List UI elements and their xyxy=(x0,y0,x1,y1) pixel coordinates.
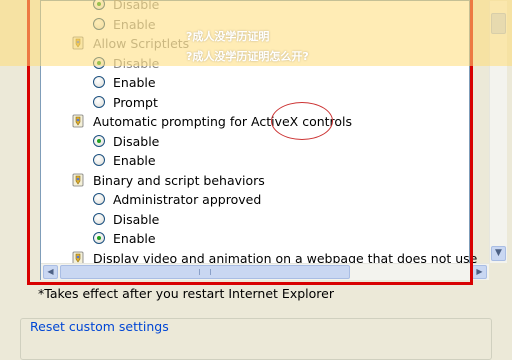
setting-option[interactable]: Enable xyxy=(93,15,156,34)
radio-button[interactable] xyxy=(93,232,105,244)
option-label: Disable xyxy=(113,55,160,71)
vertical-scroll-thumb[interactable] xyxy=(491,13,506,34)
scroll-grip-icon xyxy=(199,269,211,275)
horizontal-scrollbar[interactable]: ◀ ▶ xyxy=(41,263,489,280)
reset-group-title: Reset custom settings xyxy=(28,319,171,334)
setting-group-header[interactable]: Allow Scriptlets xyxy=(71,34,189,53)
option-label: Enable xyxy=(113,153,156,168)
setting-option[interactable]: Disable xyxy=(93,54,159,73)
setting-option[interactable]: Enable xyxy=(93,73,156,92)
scroll-right-button[interactable]: ▶ xyxy=(472,265,487,279)
setting-option[interactable]: Disable xyxy=(93,210,159,229)
radio-button[interactable] xyxy=(93,95,105,108)
radio-button[interactable] xyxy=(93,212,105,225)
option-label: Administrator approved xyxy=(113,192,262,207)
settings-gear-icon xyxy=(71,36,85,50)
option-label: Enable xyxy=(113,75,156,90)
option-label: Enable xyxy=(113,231,156,246)
settings-gear-icon xyxy=(71,114,85,128)
option-label: Automatic prompting for ActiveX controls xyxy=(93,114,353,129)
setting-option[interactable]: Disable xyxy=(93,132,159,151)
option-label: Disable xyxy=(113,211,160,227)
radio-button[interactable] xyxy=(93,17,105,30)
option-label: Prompt xyxy=(113,94,158,110)
option-label: Enable xyxy=(113,16,156,32)
vertical-scrollbar[interactable]: ▼ xyxy=(489,1,507,263)
setting-option[interactable]: Enable xyxy=(93,151,156,170)
scroll-left-button[interactable]: ◀ xyxy=(43,265,58,279)
option-label: Disable xyxy=(113,0,160,12)
option-label: Binary and script behaviors xyxy=(93,172,265,188)
radio-button[interactable] xyxy=(93,76,105,88)
restart-note: *Takes effect after you restart Internet… xyxy=(38,286,334,301)
option-label: Disable xyxy=(113,133,160,149)
settings-list: Disable Enable Allow Scriptlets Disable Enab… xyxy=(40,0,507,280)
setting-group-header[interactable]: Binary and script behaviors xyxy=(71,171,265,190)
horizontal-scroll-thumb[interactable] xyxy=(60,265,350,279)
setting-option[interactable]: Disable xyxy=(93,0,159,14)
setting-group-header[interactable]: Automatic prompting for ActiveX controls xyxy=(71,112,352,131)
setting-option[interactable]: Administrator approved xyxy=(93,190,261,209)
radio-button[interactable] xyxy=(93,0,105,10)
setting-option[interactable]: Prompt xyxy=(93,93,158,112)
scroll-down-button[interactable]: ▼ xyxy=(491,246,506,261)
radio-button[interactable] xyxy=(93,154,105,166)
internet-security-settings-dialog: Disable Enable Allow Scriptlets Disable Enab… xyxy=(0,0,512,360)
option-label: Allow Scriptlets xyxy=(93,36,190,51)
radio-button[interactable] xyxy=(93,56,105,69)
radio-button[interactable] xyxy=(93,193,105,205)
setting-option[interactable]: Enable xyxy=(93,229,156,248)
radio-button[interactable] xyxy=(93,134,105,147)
settings-gear-icon xyxy=(71,173,85,187)
